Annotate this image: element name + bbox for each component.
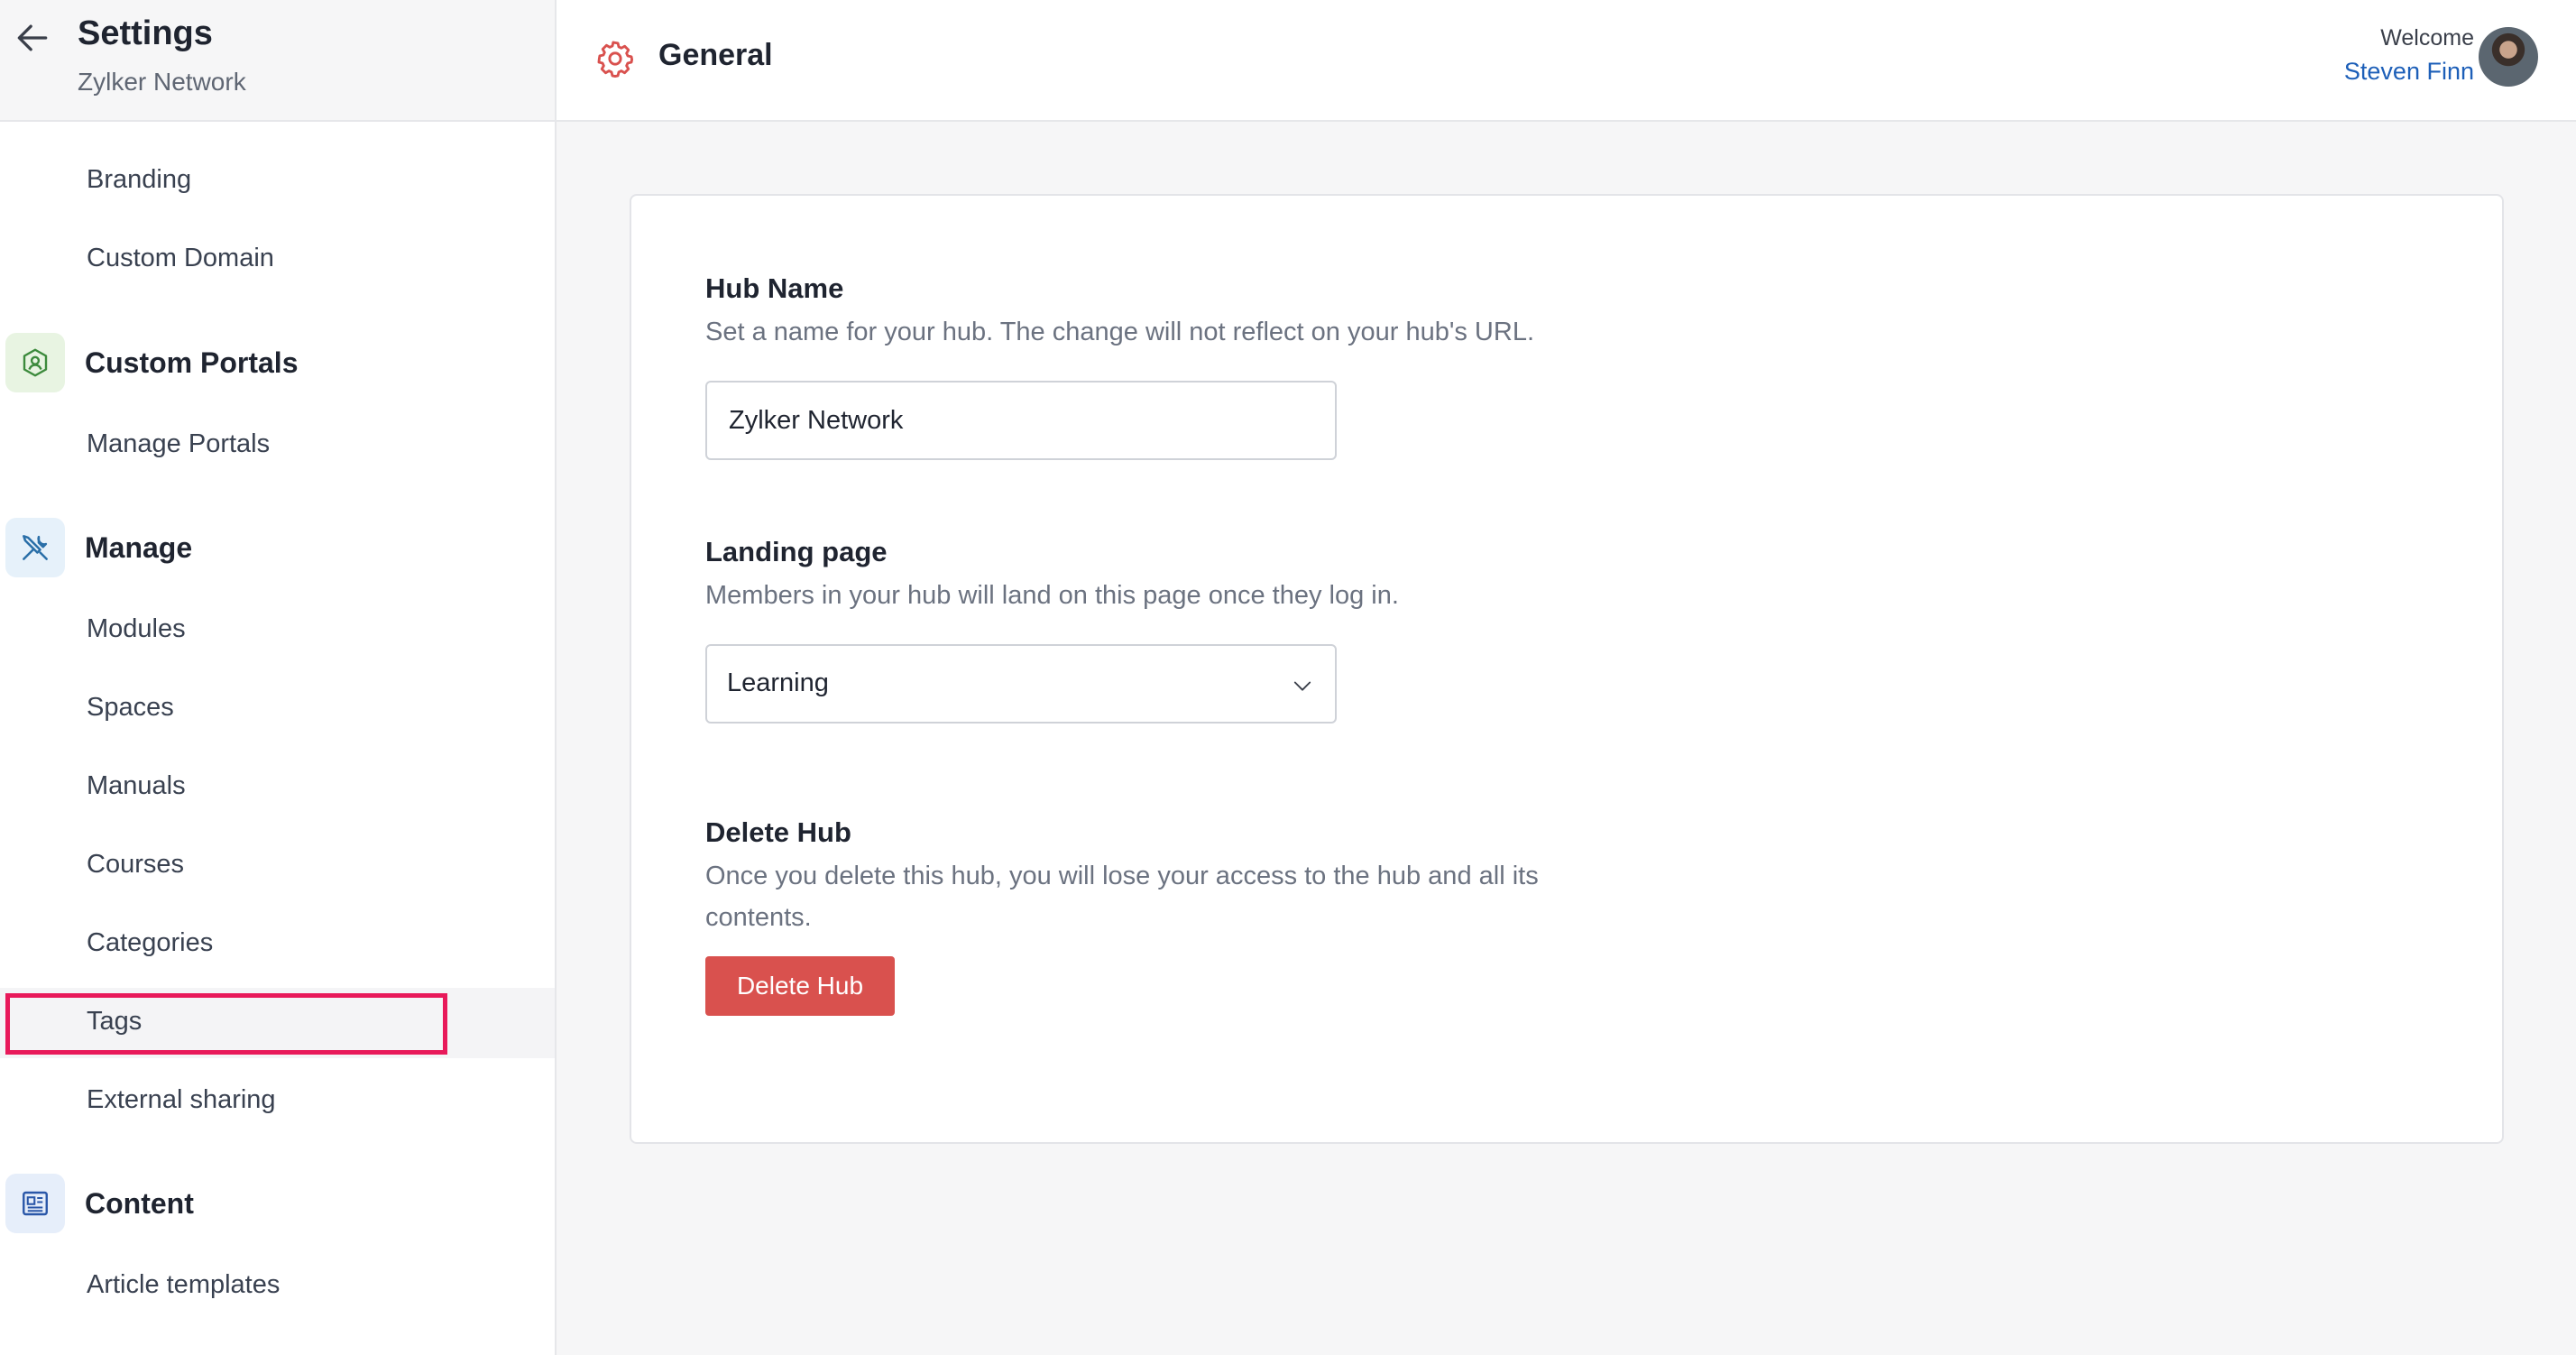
hub-name-input[interactable] (705, 381, 1337, 460)
hub-name-title: Hub Name (705, 272, 844, 304)
back-arrow-icon[interactable] (13, 18, 52, 58)
user-name-link[interactable]: Steven Finn (2344, 58, 2474, 86)
sidebar-header: Settings Zylker Network (0, 0, 555, 122)
landing-page-title: Landing page (705, 536, 888, 567)
settings-sidebar: Settings Zylker Network Branding Custom … (0, 0, 557, 1355)
document-icon (5, 1174, 65, 1233)
sidebar-item-article-templates[interactable]: Article templates (87, 1270, 280, 1300)
sidebar-item-modules[interactable]: Modules (87, 614, 186, 644)
sidebar-item-courses[interactable]: Courses (87, 850, 184, 880)
sidebar-title: Settings (78, 14, 213, 52)
gear-icon (597, 41, 634, 78)
avatar[interactable] (2479, 27, 2538, 87)
top-bar: General Welcome Steven Finn (557, 0, 2576, 122)
highlight-box (5, 993, 447, 1055)
user-shield-icon (5, 333, 65, 392)
delete-hub-button[interactable]: Delete Hub (705, 956, 895, 1016)
landing-page-description: Members in your hub will land on this pa… (705, 581, 1399, 610)
delete-hub-title: Delete Hub (705, 816, 851, 848)
sidebar-item-custom-domain[interactable]: Custom Domain (87, 244, 274, 273)
chevron-down-icon (1293, 681, 1311, 691)
delete-hub-description: Once you delete this hub, you will lose … (705, 862, 1539, 932)
sidebar-item-spaces[interactable]: Spaces (87, 693, 174, 723)
general-settings-card: Hub Name Set a name for your hub. The ch… (630, 194, 2504, 1144)
tools-icon (5, 518, 65, 577)
sidebar-item-external-sharing[interactable]: External sharing (87, 1085, 276, 1115)
sidebar-item-manuals[interactable]: Manuals (87, 771, 186, 801)
sidebar-item-categories[interactable]: Categories (87, 928, 213, 958)
landing-page-selected-value: Learning (727, 668, 829, 697)
section-label-custom-portals: Custom Portals (85, 346, 299, 379)
welcome-label: Welcome (2380, 25, 2474, 51)
section-manage: Manage (5, 518, 192, 577)
section-content: Content (5, 1174, 194, 1233)
section-label-manage: Manage (85, 530, 193, 564)
sidebar-subtitle: Zylker Network (78, 68, 246, 96)
hub-name-description: Set a name for your hub. The change will… (705, 318, 1535, 346)
page-title: General (658, 38, 773, 72)
section-custom-portals: Custom Portals (5, 333, 298, 392)
sidebar-item-manage-portals[interactable]: Manage Portals (87, 429, 270, 459)
section-label-content: Content (85, 1186, 194, 1220)
sidebar-item-branding[interactable]: Branding (87, 165, 191, 195)
landing-page-select[interactable]: Learning (705, 644, 1337, 724)
